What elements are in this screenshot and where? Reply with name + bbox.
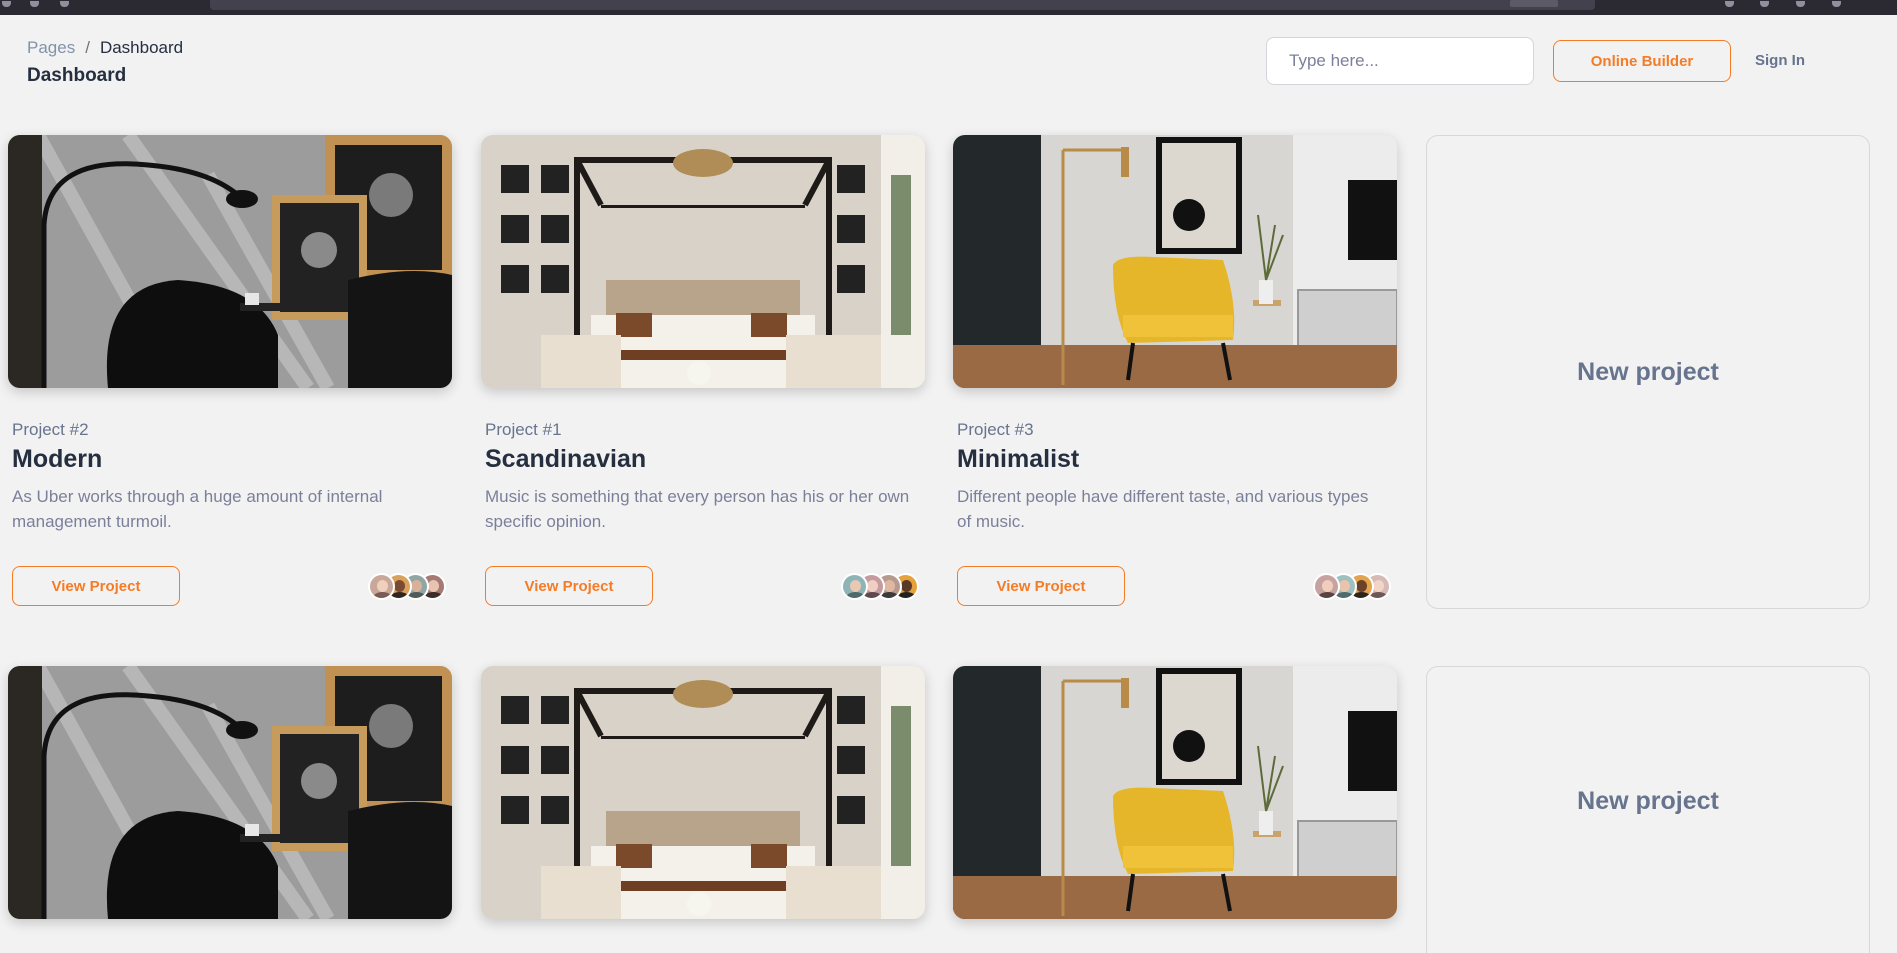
project-number: Project #2: [12, 420, 89, 439]
modern-living-room-image: [8, 666, 452, 919]
new-project-card[interactable]: New project: [1426, 666, 1870, 953]
breadcrumb-pages-link[interactable]: Pages: [27, 38, 75, 58]
modern-living-room-image: [8, 135, 452, 388]
page-title: Dashboard: [27, 65, 127, 86]
avatar-group: [368, 573, 446, 600]
project-number: Project #1: [485, 420, 562, 439]
project-card-modern: Project #2 Modern As Uber works through …: [8, 135, 452, 606]
minimalist-yellow-chair-image: [953, 135, 1397, 388]
reload-icon[interactable]: [60, 1, 69, 7]
sign-in-link[interactable]: Sign In: [1755, 52, 1805, 69]
project-title: Modern: [12, 445, 103, 473]
project-card-minimalist: [953, 666, 1397, 919]
new-project-label: New project: [1577, 787, 1719, 815]
shield-icon[interactable]: [1725, 1, 1734, 7]
new-project-label: New project: [1577, 357, 1719, 386]
avatar-group: [841, 573, 919, 600]
project-card-scandinavian: Project #1 Scandinavian Music is somethi…: [481, 135, 925, 606]
avatar[interactable]: [841, 573, 868, 600]
address-bar[interactable]: [210, 0, 1595, 10]
online-builder-button[interactable]: Online Builder: [1553, 40, 1731, 82]
breadcrumb-separator: /: [85, 38, 90, 57]
project-number: Project #3: [957, 420, 1034, 439]
project-description: Music is something that every person has…: [485, 487, 910, 531]
project-card-modern: [8, 666, 452, 919]
project-description: Different people have different taste, a…: [957, 487, 1369, 531]
scandinavian-bedroom-image: [481, 666, 925, 919]
project-title: Scandinavian: [485, 445, 647, 473]
zoom-indicator[interactable]: [1510, 0, 1558, 7]
project-card-scandinavian: [481, 666, 925, 919]
breadcrumb-current: Dashboard: [99, 38, 184, 57]
project-title: Minimalist: [957, 445, 1080, 473]
view-project-button[interactable]: View Project: [12, 566, 180, 606]
browser-toolbar: [0, 0, 1897, 15]
project-card-minimalist: Project #3 Minimalist Different people h…: [953, 135, 1397, 606]
breadcrumb: Pages / Dashboard: [27, 38, 183, 58]
avatar[interactable]: [1313, 573, 1340, 600]
account-icon[interactable]: [1796, 1, 1805, 7]
back-icon[interactable]: [2, 1, 11, 7]
extensions-icon[interactable]: [1760, 1, 1769, 7]
search-input[interactable]: [1266, 37, 1534, 85]
view-project-button[interactable]: View Project: [485, 566, 653, 606]
avatar-group: [1313, 573, 1391, 600]
scandinavian-bedroom-image: [481, 135, 925, 388]
menu-icon[interactable]: [1832, 1, 1841, 7]
project-description: As Uber works through a huge amount of i…: [12, 487, 383, 531]
view-project-button[interactable]: View Project: [957, 566, 1125, 606]
forward-icon[interactable]: [30, 1, 39, 7]
minimalist-yellow-chair-image: [953, 666, 1397, 919]
new-project-card[interactable]: New project: [1426, 135, 1870, 609]
avatar[interactable]: [368, 573, 395, 600]
